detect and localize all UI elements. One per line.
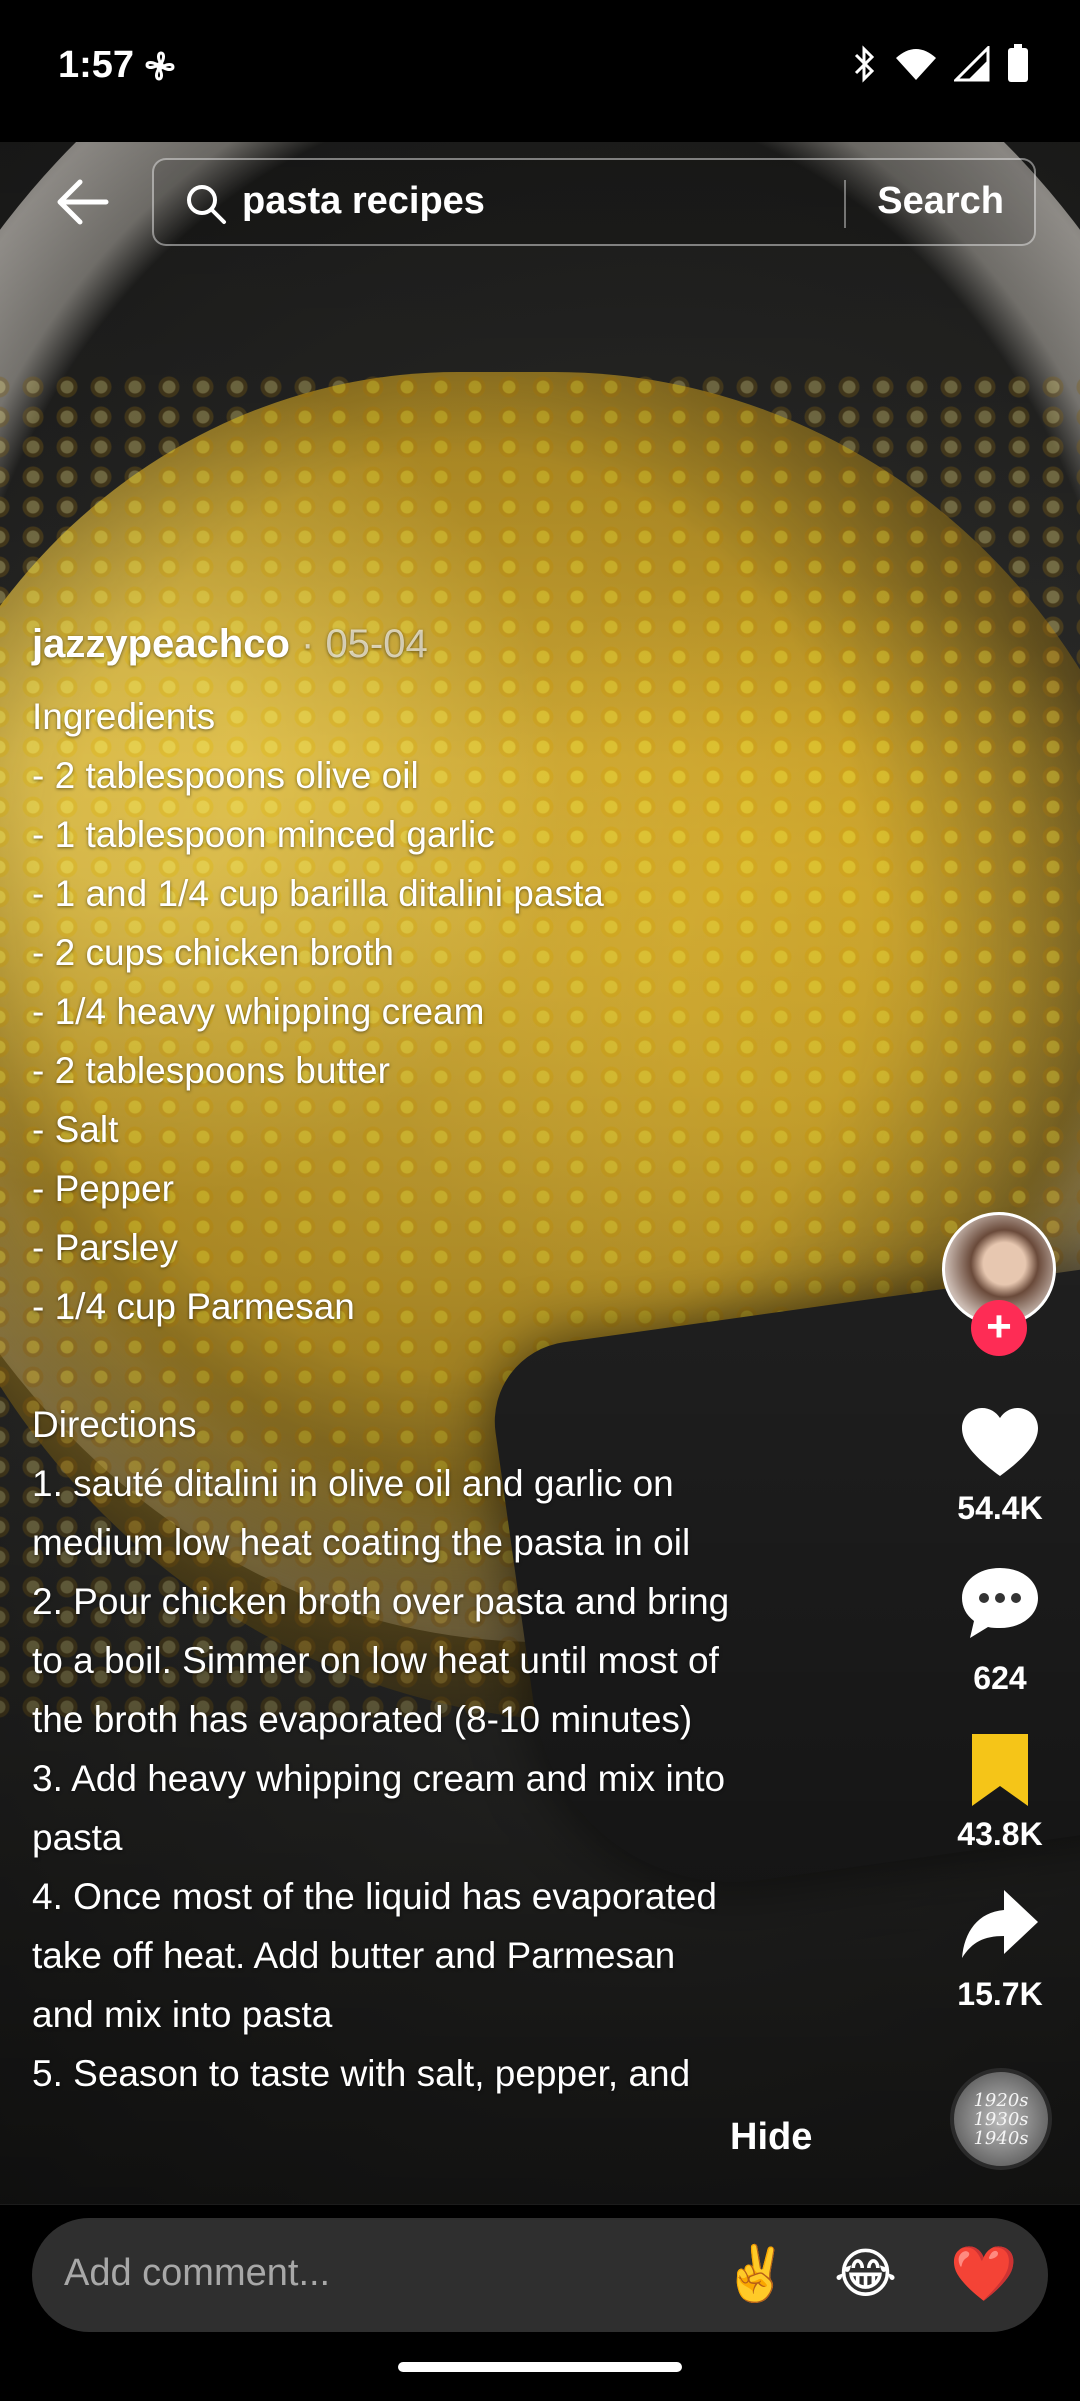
- description-line: 1. sauté ditalini in olive oil and garli…: [32, 1463, 674, 1504]
- description-line: Directions: [32, 1404, 197, 1445]
- heart-icon[interactable]: [960, 1404, 1040, 1484]
- signal-icon: [954, 46, 990, 82]
- post-separator: ·: [289, 622, 326, 666]
- laughing-emoji-button[interactable]: 😂: [834, 2244, 897, 2304]
- description-line: [32, 1336, 812, 1395]
- description-line: - 1/4 cup Parmesan: [32, 1286, 355, 1327]
- comment-input[interactable]: Add comment...: [64, 2252, 330, 2295]
- search-bar[interactable]: pasta recipes Search: [152, 158, 1036, 246]
- description-line: take off heat. Add butter and Parmesan: [32, 1935, 676, 1976]
- description-line: and mix into pasta: [32, 1994, 333, 2035]
- bluetooth-icon: [854, 45, 875, 83]
- heart-emoji-button[interactable]: ❤️: [950, 2244, 1017, 2304]
- description-line: - Pepper: [32, 1168, 174, 1209]
- post-date: 05-04: [325, 622, 428, 666]
- bookmark-icon[interactable]: [960, 1730, 1040, 1810]
- comment-count: 624: [973, 1660, 1027, 1696]
- status-bar: 1:57: [0, 0, 1080, 142]
- search-icon: [187, 185, 226, 224]
- status-icons: [852, 44, 1030, 84]
- description-line: - 1/4 heavy whipping cream: [32, 991, 485, 1032]
- description-line: pasta: [32, 1817, 123, 1858]
- search-query[interactable]: pasta recipes: [242, 180, 485, 223]
- description-line: medium low heat coating the pasta in oil: [32, 1522, 691, 1563]
- description-line: - 2 cups chicken broth: [32, 932, 394, 973]
- description-line: - 2 tablespoons olive oil: [32, 755, 419, 796]
- comment-icon[interactable]: [960, 1562, 1040, 1642]
- post-description[interactable]: Ingredients - 2 tablespoons olive oil - 1 …: [32, 687, 812, 2103]
- description-line: - 2 tablespoons butter: [32, 1050, 390, 1091]
- post-caption: jazzypeachco · 05-04 Ingredients - 2 tabl…: [32, 622, 812, 2103]
- author-username[interactable]: jazzypeachco: [32, 622, 290, 666]
- search-button[interactable]: Search: [877, 180, 1004, 223]
- wifi-icon: [896, 49, 936, 80]
- like-count: 54.4K: [957, 1490, 1043, 1526]
- music-disc[interactable]: 1920s 1930s 1940s: [950, 2068, 1052, 2170]
- music-disc-line: 1930s: [973, 2108, 1029, 2130]
- follow-button[interactable]: +: [971, 1300, 1027, 1356]
- share-count: 15.7K: [957, 1976, 1043, 2012]
- search-divider: [844, 180, 846, 228]
- description-line: 2. Pour chicken broth over pasta and bri…: [32, 1581, 730, 1622]
- status-time: 1:57: [58, 44, 135, 86]
- author-line: jazzypeachco · 05-04: [32, 622, 812, 667]
- back-arrow-icon[interactable]: [50, 170, 114, 234]
- victory-emoji-button[interactable]: ✌️: [722, 2244, 789, 2304]
- description-line: Ingredients: [32, 696, 216, 737]
- description-line: 5. Season to taste with salt, pepper, an…: [32, 2053, 691, 2094]
- description-line: - Salt: [32, 1109, 119, 1150]
- battery-icon: [1008, 44, 1028, 82]
- music-disc-line: 1940s: [973, 2127, 1029, 2149]
- fan-icon: [145, 51, 175, 81]
- add-comment-bar[interactable]: Add comment... ✌️ 😂 ❤️: [32, 2218, 1048, 2332]
- description-line: 3. Add heavy whipping cream and mix into: [32, 1758, 726, 1799]
- description-line: - 1 tablespoon minced garlic: [32, 814, 495, 855]
- description-line: 4. Once most of the liquid has evaporate…: [32, 1876, 717, 1917]
- description-line: to a boil. Simmer on low heat until most…: [32, 1640, 719, 1681]
- hide-description-button[interactable]: Hide: [730, 2116, 812, 2159]
- description-line: - 1 and 1/4 cup barilla ditalini pasta: [32, 873, 604, 914]
- description-line: - Parsley: [32, 1227, 178, 1268]
- home-indicator: [398, 2362, 682, 2372]
- music-disc-line: 1920s: [973, 2089, 1029, 2111]
- description-line: the broth has evaporated (8-10 minutes): [32, 1699, 693, 1740]
- share-icon[interactable]: [960, 1884, 1040, 1964]
- save-count: 43.8K: [957, 1816, 1043, 1852]
